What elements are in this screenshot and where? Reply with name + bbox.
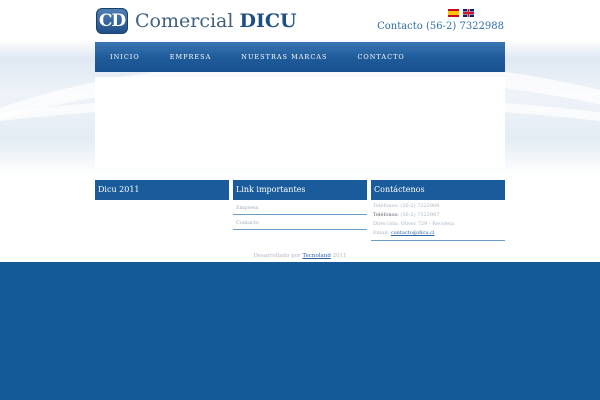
credit-link-tecnoland[interactable]: Tecnoland [302,253,331,259]
footer-column-title: Contáctenos [371,180,505,200]
footer-link-empresa[interactable]: Empresa [233,202,367,215]
logo-mark: CD [96,8,128,34]
nav-item-inicio[interactable]: INICIO [110,53,140,61]
header-contact-phone: Contacto (56-2) 7322988 [377,21,504,32]
spanish-flag-icon[interactable] [448,9,459,17]
contact-phone-value: (56-2) 7322987 [398,212,440,218]
site-logo[interactable]: CD Comercial DICU [96,7,297,35]
contact-email-label: Email: [373,230,391,236]
logo-text: Comercial DICU [135,10,297,32]
contact-phone-line: Teléfonos: (56-2) 7322988 [373,203,440,209]
contact-phone-line-2: Teléfonos: (56-2) 7322987 [373,211,505,220]
contact-address-line: Dirección: Oliver 729 - Recoleta [373,221,455,227]
footer-column-contact: Contáctenos Teléfonos: (56-2) 7322988 Te… [371,180,505,241]
language-switcher [448,9,474,17]
footer-column-title: Dicu 2011 [95,180,229,200]
main-nav: INICIO EMPRESA NUESTRAS MARCAS CONTACTO [95,42,505,72]
banner-area [95,77,505,168]
footer-link-contacto[interactable]: Contacto [233,217,367,230]
nav-item-contacto[interactable]: CONTACTO [357,53,404,61]
contact-email-link[interactable]: contacto@dicu.cl [391,230,435,236]
contact-phone-label: Teléfonos: [373,212,399,218]
footer-column-dicu: Dicu 2011 [95,180,229,200]
footer-column-title: Link importantes [233,180,367,200]
footer-column-links: Link importantes Empresa Contacto [233,180,367,230]
credit-suffix: 2011 [330,253,347,259]
contact-details: Teléfonos: (56-2) 7322988 Teléfonos: (56… [371,200,505,241]
page-background-bottom [0,262,600,400]
logo-bold-word: DICU [239,10,297,32]
nav-item-nuestras-marcas[interactable]: NUESTRAS MARCAS [241,53,327,61]
uk-flag-icon[interactable] [463,9,474,17]
nav-item-empresa[interactable]: EMPRESA [170,53,212,61]
logo-word: Comercial [135,10,234,32]
contact-email-line: Email: contacto@dicu.cl [373,229,505,238]
credit-prefix: Desarrollado por [253,253,303,259]
developer-credit: Desarrollado por Tecnoland 2011 [0,253,600,259]
